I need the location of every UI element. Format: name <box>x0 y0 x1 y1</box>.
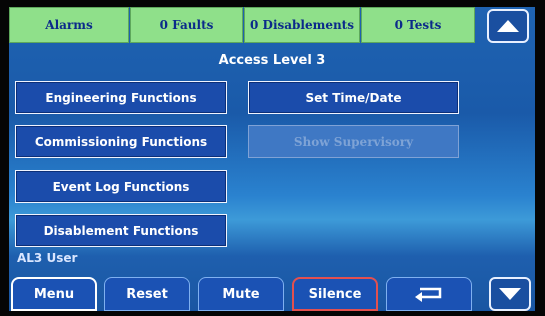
scroll-down-button[interactable] <box>489 277 531 311</box>
tests-status[interactable]: 0 Tests <box>361 7 475 43</box>
reset-button[interactable]: Reset <box>104 277 190 311</box>
set-time-date-button[interactable]: Set Time/Date <box>248 81 459 114</box>
disablements-status[interactable]: 0 Disablements <box>244 7 360 43</box>
touch-panel: Alarms 0 Faults 0 Disablements 0 Tests A… <box>9 7 535 311</box>
triangle-down-icon <box>499 288 521 300</box>
user-level-label: AL3 User <box>17 251 78 265</box>
menu-button[interactable]: Menu <box>11 277 97 311</box>
alarms-status[interactable]: Alarms <box>9 7 129 43</box>
triangle-up-icon <box>497 20 519 32</box>
back-button[interactable] <box>386 277 472 311</box>
disablement-functions-button[interactable]: Disablement Functions <box>15 214 227 247</box>
screen: Alarms 0 Faults 0 Disablements 0 Tests A… <box>0 0 545 316</box>
engineering-functions-button[interactable]: Engineering Functions <box>15 81 227 114</box>
page-title: Access Level 3 <box>218 53 326 68</box>
show-supervisory-button: Show Supervisory <box>248 125 459 158</box>
scroll-up-button[interactable] <box>487 9 529 43</box>
faults-status[interactable]: 0 Faults <box>130 7 243 43</box>
event-log-functions-button[interactable]: Event Log Functions <box>15 170 227 203</box>
commissioning-functions-button[interactable]: Commissioning Functions <box>15 125 227 158</box>
return-arrow-icon <box>415 287 442 302</box>
mute-button[interactable]: Mute <box>198 277 284 311</box>
silence-button[interactable]: Silence <box>292 277 378 311</box>
